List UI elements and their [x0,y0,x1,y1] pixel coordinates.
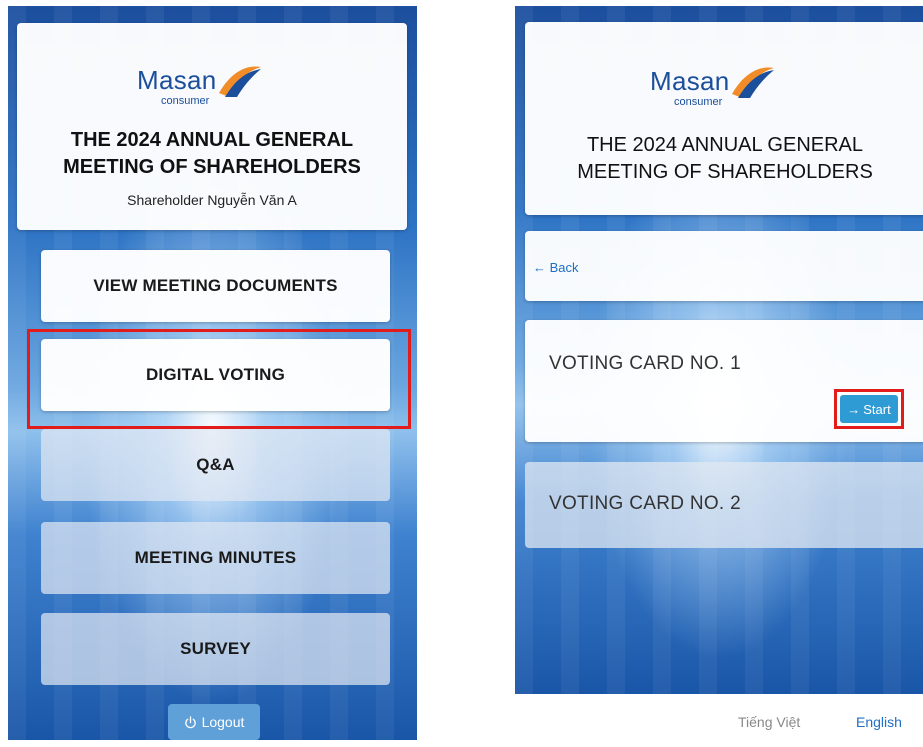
logo-swoosh-icon [732,67,774,98]
back-bar: ← Back [525,231,923,301]
meeting-title: THE 2024 ANNUAL GENERAL MEETING OF SHARE… [17,127,407,181]
logo-wordmark: Masan [650,66,730,96]
shareholder-name: Shareholder Nguyễn Văn A [127,192,297,208]
meeting-minutes-button[interactable]: MEETING MINUTES [41,522,390,594]
qa-button[interactable]: Q&A [41,429,390,501]
voting-card-1-title: VOTING CARD NO. 1 [549,353,741,374]
meeting-title-line1: THE 2024 ANNUAL GENERAL [586,134,864,156]
language-bar: Tiếng Việt English [515,694,923,747]
header-card: Masan consumer THE 2024 ANNUAL GENERAL M… [17,23,407,230]
header-card: Masan consumer THE 2024 ANNUAL GENERAL M… [525,22,923,215]
voting-card-2[interactable]: VOTING CARD NO. 2 [525,462,923,548]
meeting-title-line2: MEETING OF SHAREHOLDERS [63,156,361,178]
logo-subtitle: consumer [674,96,723,108]
meeting-title-line1: THE 2024 ANNUAL GENERAL [70,129,354,151]
view-meeting-documents-label: VIEW MEETING DOCUMENTS [93,276,338,295]
language-english[interactable]: English [856,714,902,730]
meeting-minutes-label: MEETING MINUTES [134,548,297,567]
logo-subtitle: consumer [161,95,210,107]
meeting-title: THE 2024 ANNUAL GENERAL MEETING OF SHARE… [525,132,923,186]
logout-label: Logout [201,714,245,730]
survey-label: SURVEY [180,639,251,658]
qa-label: Q&A [196,455,235,474]
voting-card-1: VOTING CARD NO. 1 → Start [525,320,923,442]
view-meeting-documents-button[interactable]: VIEW MEETING DOCUMENTS [41,250,390,322]
voting-screen: Masan consumer THE 2024 ANNUAL GENERAL M… [515,6,923,694]
digital-voting-highlight [27,329,411,429]
start-button-highlight [834,389,904,429]
back-label: Back [549,260,579,275]
voting-card-2-title: VOTING CARD NO. 2 [549,493,741,514]
masan-logo: Masan consumer [137,63,287,113]
arrow-left-icon: ← [533,260,546,275]
survey-button[interactable]: SURVEY [41,613,390,685]
back-link[interactable]: ← Back [533,260,579,275]
logo-swoosh-icon [219,66,261,97]
logout-button[interactable]: Logout [168,704,260,740]
logo-wordmark: Masan [137,65,217,95]
masan-logo: Masan consumer [650,64,800,114]
home-screen: Masan consumer THE 2024 ANNUAL GENERAL M… [8,6,417,740]
language-vietnamese[interactable]: Tiếng Việt [738,714,800,730]
meeting-title-line2: MEETING OF SHAREHOLDERS [577,161,873,183]
power-icon [184,715,196,728]
